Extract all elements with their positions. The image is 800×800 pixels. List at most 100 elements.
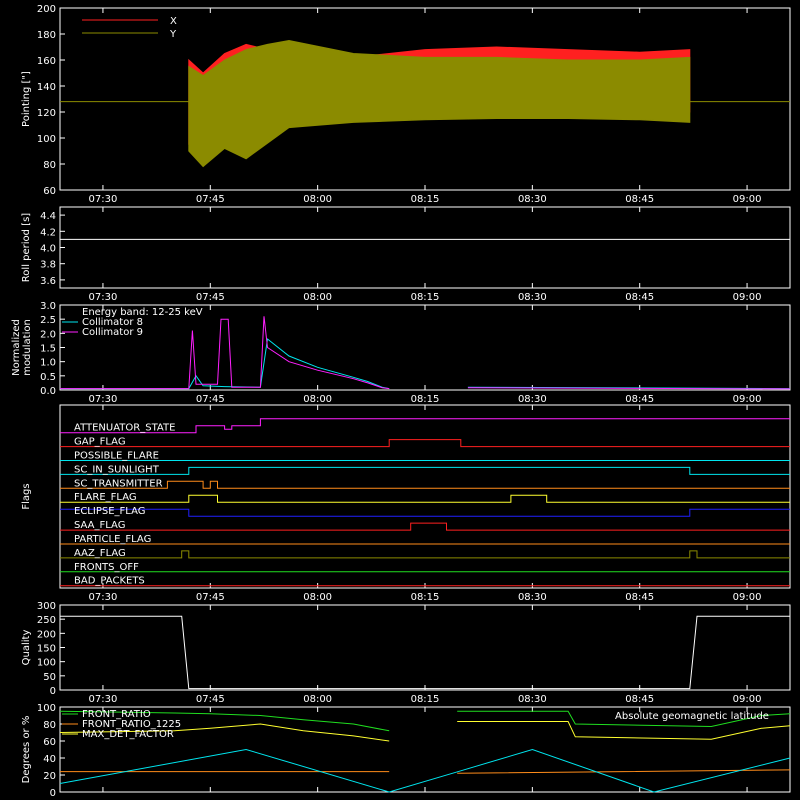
x-tick-label: 08:45	[625, 592, 654, 603]
flag-label: GAP_FLAG	[74, 437, 126, 448]
y-tick-label: 1.0	[40, 358, 56, 369]
y-tick-label: 120	[37, 108, 56, 119]
series-collimator-9	[60, 316, 791, 390]
y-axis-label: Pointing ["]	[21, 71, 32, 127]
x-tick-label: 08:30	[518, 194, 547, 205]
y-tick-label: 0.0	[40, 386, 56, 397]
x-tick-label: 08:15	[411, 694, 440, 705]
flag-label: PARTICLE_FLAG	[74, 534, 151, 545]
y-tick-label: 2.5	[40, 315, 56, 326]
flag-label: ATTENUATOR_STATE	[74, 423, 175, 434]
panel-geo: Degrees or %020406080100FRONT_RATIOFRONT…	[21, 703, 791, 799]
x-tick-label: 07:30	[89, 194, 118, 205]
y-tick-label: 3.6	[40, 276, 56, 287]
legend-label: MAX_DET_FACTOR	[82, 729, 174, 740]
y-tick-label: 3.0	[40, 301, 56, 312]
flag-line	[60, 508, 790, 517]
legend-label: Collimator 9	[82, 327, 143, 338]
y-axis-label: Flags	[21, 483, 32, 509]
y-tick-label: 200	[37, 4, 56, 15]
y-tick-label: 20	[43, 771, 56, 782]
x-tick-label: 08:45	[625, 292, 654, 303]
panel-quality: Quality 0 50 100 150 200 250 300 07:30 07:45 08:00…	[21, 601, 791, 705]
x-tick-label: 08:30	[518, 592, 547, 603]
y-tick-label: 160	[37, 56, 56, 67]
x-tick-label: 08:30	[518, 394, 547, 405]
y-tick-label: 60	[43, 186, 56, 197]
x-tick-label: 08:15	[411, 292, 440, 303]
y-axis-label: Quality	[21, 630, 32, 666]
x-tick-label: 08:00	[303, 292, 332, 303]
y-tick-label: 40	[43, 754, 56, 765]
x-tick-label: 08:15	[411, 592, 440, 603]
flag-label: SC_TRANSMITTER	[74, 478, 163, 489]
plot-frame	[59, 206, 791, 289]
flag-label: FLARE_FLAG	[74, 492, 137, 503]
y-tick-label: 0.5	[40, 372, 56, 383]
x-tick-label: 08:00	[303, 394, 332, 405]
y-tick-label: 300	[37, 601, 56, 612]
y-tick-label: 250	[37, 615, 56, 626]
x-tick-label: 09:00	[733, 292, 762, 303]
flag-line	[60, 550, 790, 559]
x-tick-label: 08:00	[303, 194, 332, 205]
y-tick-label: 1.5	[40, 344, 56, 355]
flag-line	[60, 466, 790, 475]
series-collimator-8	[60, 338, 791, 390]
x-tick-label: 08:15	[411, 194, 440, 205]
x-tick-label: 09:00	[733, 694, 762, 705]
flag-label: POSSIBLE_FLARE	[74, 450, 159, 461]
panel-pointing: Pointing ["] 60 80 100 120 140 160 180 200 07:30 0…	[21, 4, 791, 205]
y-tick-label: 2.0	[40, 329, 56, 340]
y-tick-label: 0	[50, 686, 56, 697]
flag-line	[60, 522, 790, 531]
y-tick-label: 140	[37, 82, 56, 93]
y-tick-label: 80	[43, 160, 56, 171]
x-tick-label: 08:15	[411, 394, 440, 405]
panel-roll: Roll period [s] 3.6 3.8 4.0 4.2 4.4 07:30 07:45…	[21, 206, 791, 303]
x-tick-label: 08:45	[625, 394, 654, 405]
y-tick-label: 50	[43, 672, 56, 683]
chart-canvas: Pointing ["]608010012014016018020007:30 0…	[11, 4, 791, 799]
y-tick-label: 150	[37, 644, 56, 655]
y-tick-label: 100	[37, 658, 56, 669]
y-tick-label: 80	[43, 720, 56, 731]
flag-label: SAA_FLAG	[74, 520, 125, 531]
y-tick-label: 100	[37, 134, 56, 145]
flag-line	[60, 439, 790, 448]
series-front-ratio-1225	[60, 769, 791, 774]
x-tick-label: 07:45	[196, 194, 225, 205]
y-tick-label: 3.8	[40, 260, 56, 271]
x-tick-label: 07:45	[196, 292, 225, 303]
x-tick-label: 08:00	[303, 592, 332, 603]
y-tick-label: 100	[37, 703, 56, 714]
x-tick-label: 07:45	[196, 394, 225, 405]
plot-frame	[59, 604, 791, 691]
panel-modulation: Normalizedmodulation 0.0 0.5 1.0 1.5 2.0 2.5 3.…	[11, 301, 791, 405]
y-tick-label: 4.2	[40, 227, 56, 238]
legend-label: X	[170, 16, 177, 27]
x-tick-label: 07:45	[196, 694, 225, 705]
x-tick-label: 09:00	[733, 394, 762, 405]
x-tick-label: 08:30	[518, 292, 547, 303]
y-tick-label: 0	[50, 788, 56, 799]
legend-label: Y	[169, 29, 177, 40]
x-tick-label: 08:30	[518, 694, 547, 705]
y-tick-label: 4.0	[40, 244, 56, 255]
legend-label: Absolute geomagnetic latitude	[615, 711, 769, 722]
y-tick-label: 200	[37, 629, 56, 640]
y-axis-label: Degrees or %	[21, 716, 32, 784]
x-tick-label: 08:00	[303, 694, 332, 705]
y-tick-label: 180	[37, 30, 56, 41]
x-tick-label: 08:45	[625, 694, 654, 705]
series-quality	[60, 615, 790, 690]
flag-line	[60, 480, 790, 489]
x-tick-label: 08:45	[625, 194, 654, 205]
flag-label: BAD_PACKETS	[74, 576, 145, 587]
flag-line	[60, 494, 790, 503]
y-axis-label: Roll period [s]	[21, 213, 32, 282]
flag-label: SC_IN_SUNLIGHT	[74, 464, 160, 475]
x-tick-label: 07:30	[89, 292, 118, 303]
flag-label: AAZ_FLAG	[74, 548, 126, 559]
flag-label: FRONTS_OFF	[74, 562, 139, 573]
